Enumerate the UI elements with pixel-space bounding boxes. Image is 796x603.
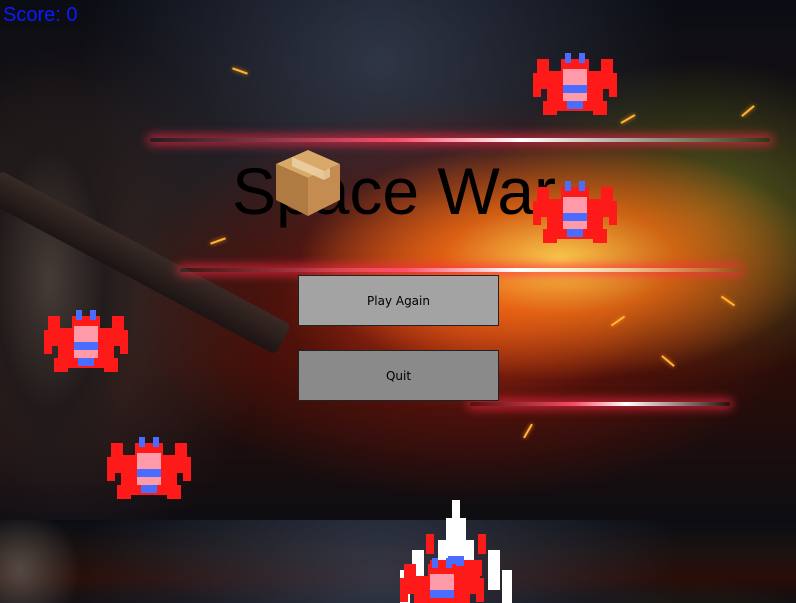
spark — [661, 355, 675, 367]
spark — [720, 295, 736, 307]
quit-label: Quit — [385, 368, 412, 383]
spark — [232, 67, 248, 75]
game-canvas: Score: 0 Space War Play Again Quit — [0, 0, 796, 603]
score-display: Score: 0 — [3, 4, 78, 26]
laser-beam — [470, 402, 730, 406]
laser-beam — [150, 138, 770, 142]
alien-invader-icon — [533, 181, 617, 243]
play-again-button[interactable]: Play Again — [298, 275, 499, 326]
alien-invader-icon — [107, 437, 191, 499]
quit-button[interactable]: Quit — [298, 350, 499, 401]
spark — [210, 237, 226, 245]
spark — [610, 315, 626, 327]
spark — [523, 423, 533, 439]
package-box-icon — [276, 150, 340, 216]
alien-invader-icon — [44, 310, 128, 372]
spark — [741, 105, 755, 117]
alien-invader-icon — [533, 53, 617, 115]
laser-beam — [180, 268, 740, 272]
alien-invader-icon — [400, 558, 484, 603]
play-again-label: Play Again — [367, 293, 430, 308]
spark — [620, 114, 636, 124]
background-image-repeat — [0, 520, 796, 603]
soldier-silhouette — [0, 520, 110, 603]
